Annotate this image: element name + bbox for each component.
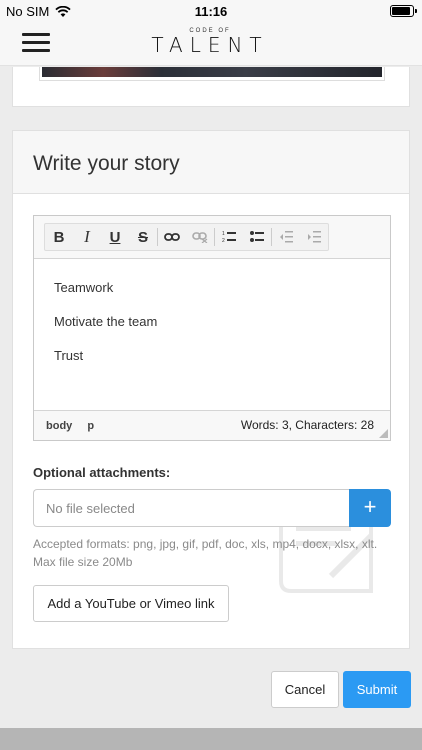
svg-text:1: 1 — [222, 231, 225, 237]
file-input[interactable]: No file selected — [33, 489, 349, 527]
link-button[interactable] — [158, 224, 186, 250]
bold-icon: B — [53, 228, 65, 246]
numbered-list-button[interactable]: 12 — [215, 224, 243, 250]
rich-text-editor: B I U S 12 Teamwork Motivate the team Tr… — [33, 215, 391, 441]
indent-icon — [308, 231, 321, 243]
media-card — [12, 67, 410, 107]
format-group: B I U S 12 — [44, 223, 329, 251]
attachments-label: Optional attachments: — [33, 465, 171, 480]
editor-paragraph: Motivate the team — [54, 314, 158, 329]
resize-handle[interactable] — [379, 429, 388, 438]
cancel-button[interactable]: Cancel — [271, 671, 339, 708]
top-navbar: CODE OF TALENT — [0, 22, 422, 66]
media-image-frame — [39, 67, 385, 81]
status-time: 11:16 — [194, 4, 228, 19]
bullet-list-icon — [250, 231, 264, 242]
story-card: Write your story B I U S 1 2 Teamwork Mo… — [12, 130, 410, 649]
outdent-button[interactable] — [272, 224, 300, 250]
indent-button[interactable] — [300, 224, 328, 250]
add-video-link-button[interactable]: Add a YouTube or Vimeo link — [33, 585, 229, 622]
path-item-p[interactable]: p — [87, 420, 94, 432]
outdent-icon — [280, 231, 293, 243]
underline-icon: U — [109, 228, 121, 246]
unlink-button[interactable] — [186, 224, 214, 250]
editor-statusbar: body p Words: 3, Characters: 28 — [34, 410, 390, 440]
italic-button[interactable]: I — [73, 224, 101, 250]
app-logo[interactable]: CODE OF TALENT — [112, 26, 308, 62]
accepted-formats-text: Accepted formats: png, jpg, gif, pdf, do… — [33, 537, 378, 569]
svg-text:2: 2 — [222, 238, 225, 244]
italic-icon: I — [84, 227, 90, 246]
element-path: body p — [46, 420, 106, 432]
media-photo — [42, 67, 382, 77]
editor-paragraph: Trust — [54, 348, 84, 363]
story-card-header: Write your story — [13, 131, 409, 194]
footer-strip — [0, 728, 422, 750]
editor-paragraph: Teamwork — [54, 280, 114, 295]
bold-button[interactable]: B — [45, 224, 73, 250]
editor-content[interactable]: Teamwork Motivate the team Trust — [34, 259, 390, 411]
numbered-list-icon: 12 — [222, 231, 236, 244]
battery-icon — [390, 5, 417, 17]
menu-icon[interactable] — [22, 33, 50, 53]
page-content[interactable]: Write your story B I U S 1 2 Teamwork Mo… — [0, 67, 422, 750]
file-picker: No file selected + — [33, 489, 391, 527]
unlink-icon — [192, 232, 208, 243]
page-title: Write your story — [33, 152, 180, 175]
strikethrough-icon: S — [137, 228, 148, 246]
strike-button[interactable]: S — [129, 224, 157, 250]
add-file-button[interactable]: + — [349, 489, 391, 527]
status-bar: No SIM 11:16 — [0, 0, 422, 22]
word-count: Words: 3, Characters: 28 — [240, 418, 374, 432]
logo-big-text: TALENT — [151, 33, 269, 57]
editor-toolbar: B I U S 12 — [34, 216, 390, 259]
plus-icon: + — [363, 494, 377, 519]
underline-button[interactable]: U — [101, 224, 129, 250]
link-icon — [164, 233, 180, 241]
path-item-body[interactable]: body — [46, 420, 72, 432]
bullet-list-button[interactable] — [243, 224, 271, 250]
submit-button[interactable]: Submit — [343, 671, 411, 708]
